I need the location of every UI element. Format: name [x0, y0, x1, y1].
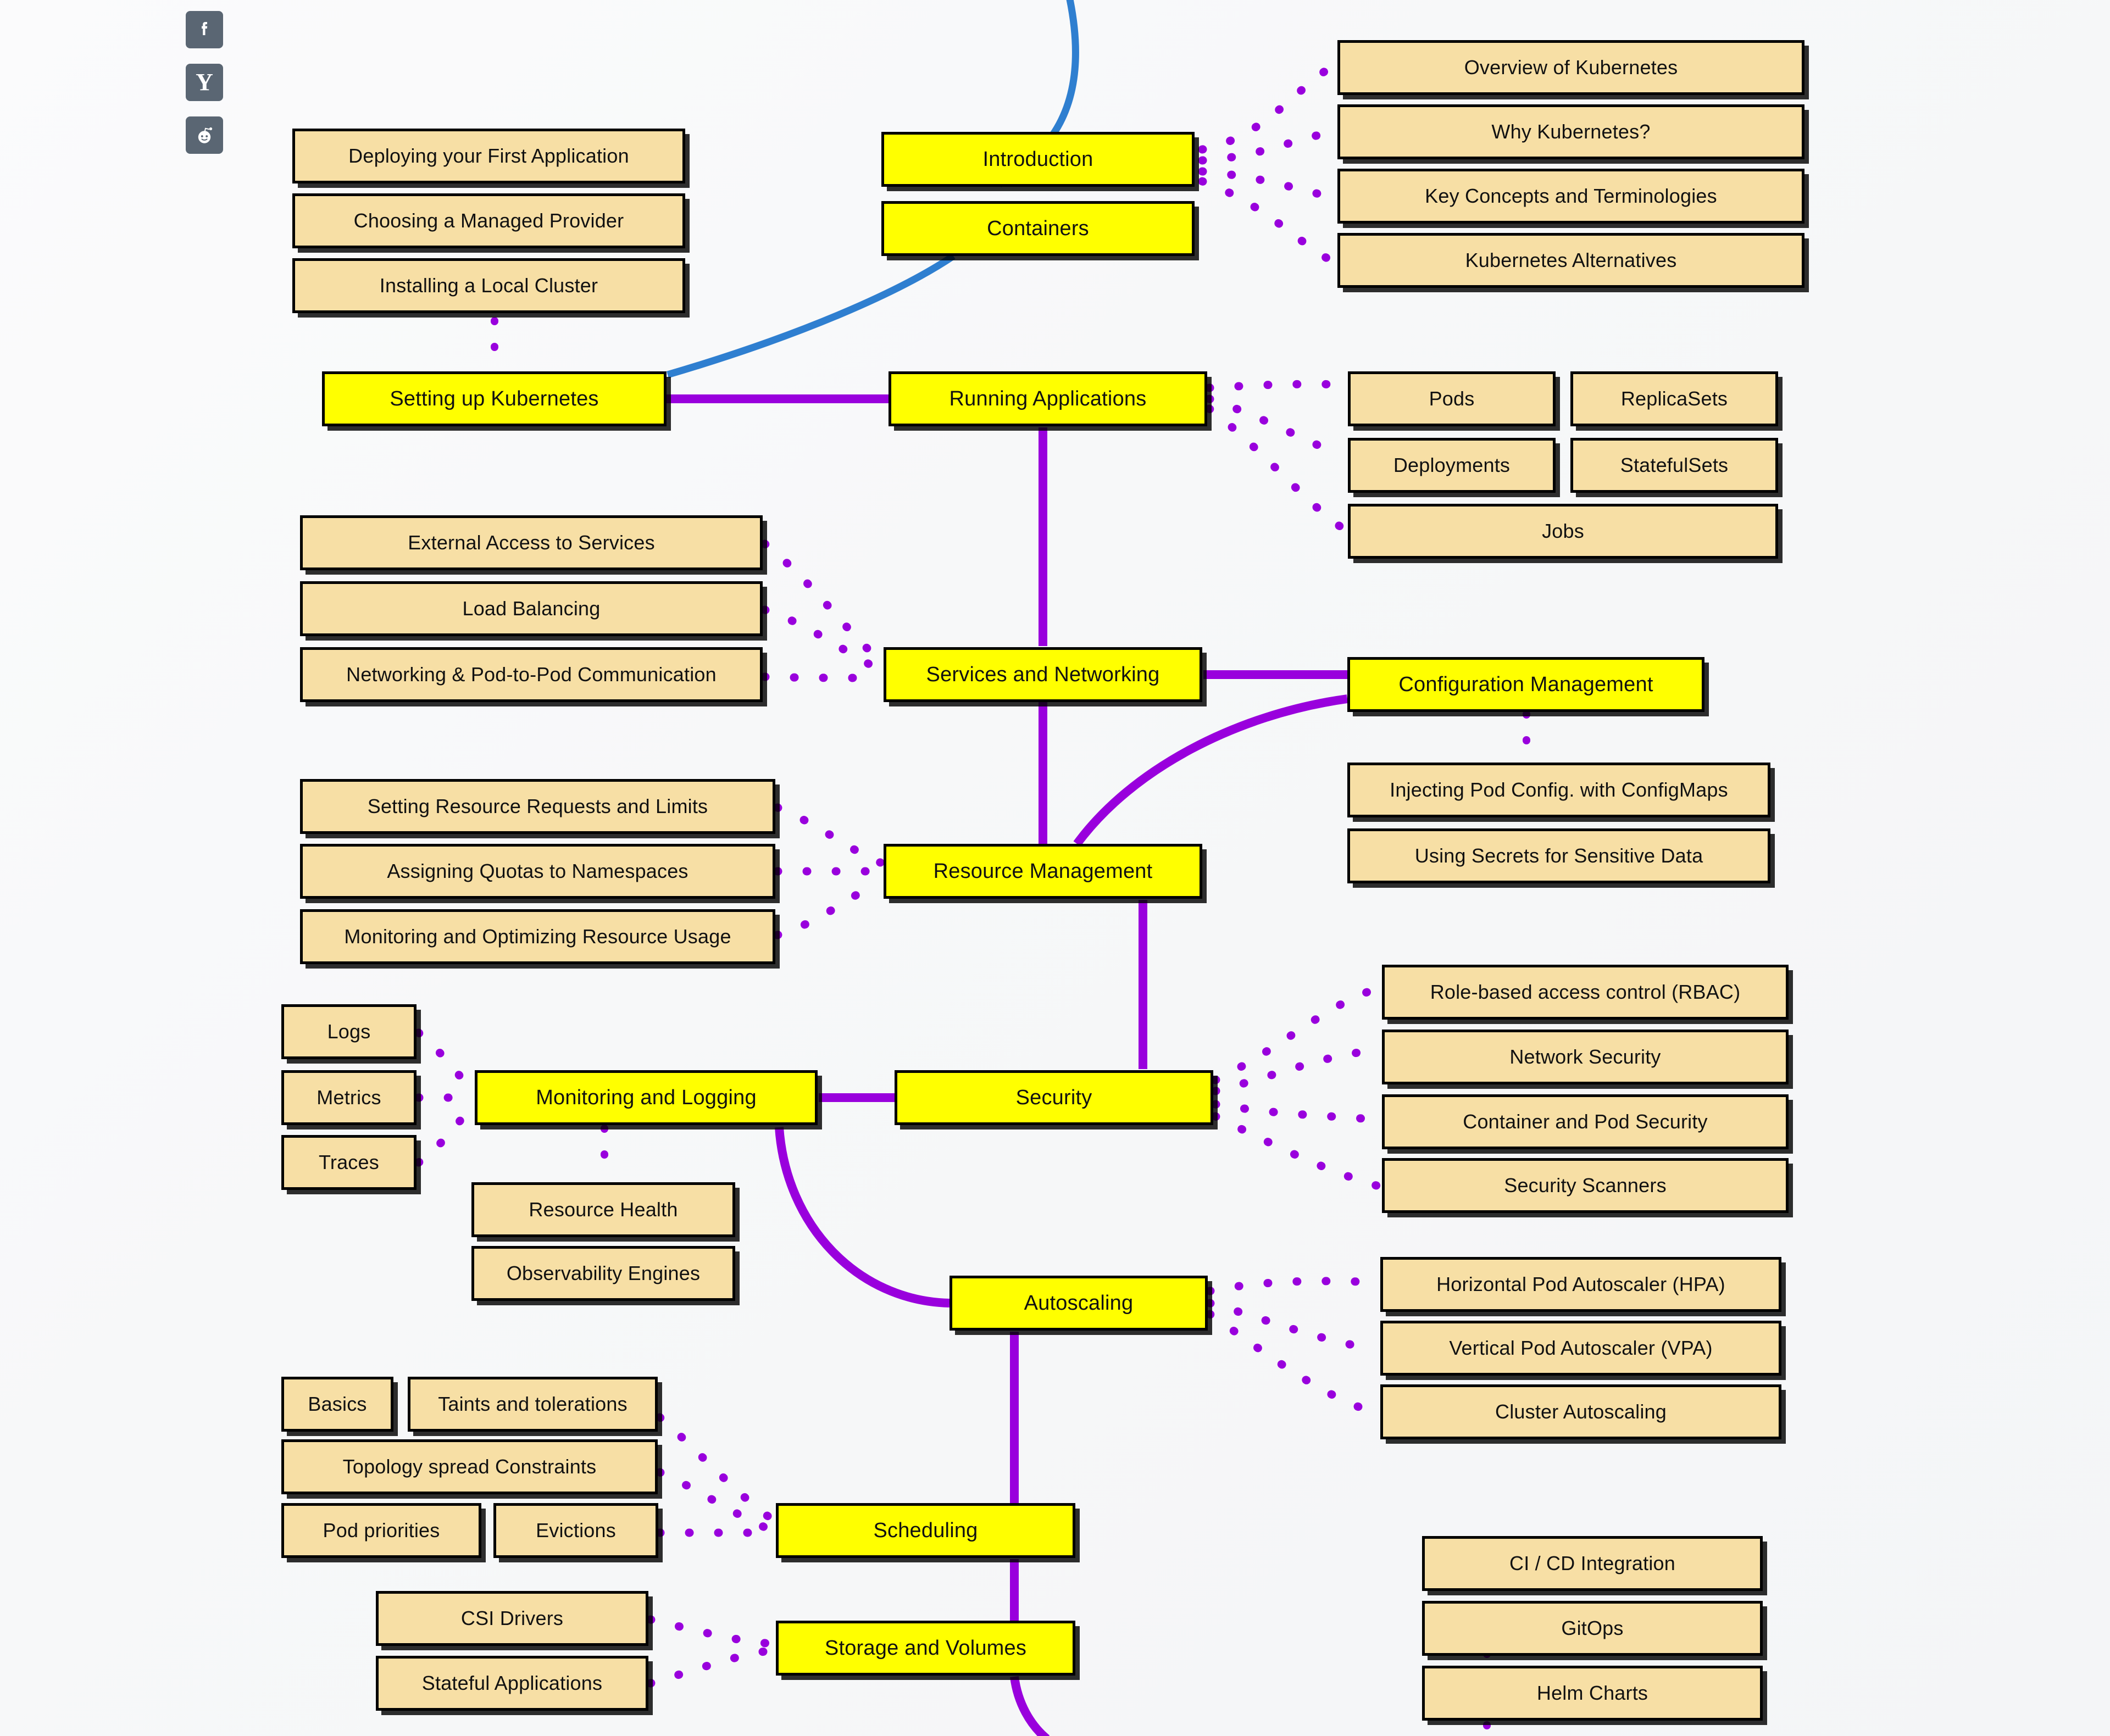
facebook-icon[interactable]	[186, 11, 223, 48]
node-networking-pod-to-pod-communication[interactable]: Networking & Pod-to-Pod Communication	[300, 647, 763, 702]
node-monitoring-and-logging[interactable]: Monitoring and Logging	[475, 1070, 818, 1125]
node-container-and-pod-security[interactable]: Container and Pod Security	[1382, 1094, 1789, 1149]
node-pod-priorities[interactable]: Pod priorities	[281, 1503, 481, 1558]
node-gitops[interactable]: GitOps	[1422, 1601, 1763, 1656]
node-taints-and-tolerations[interactable]: Taints and tolerations	[408, 1377, 658, 1432]
node-observability-engines[interactable]: Observability Engines	[471, 1246, 735, 1301]
node-scheduling[interactable]: Scheduling	[776, 1503, 1075, 1558]
node-installing-a-local-cluster[interactable]: Installing a Local Cluster	[292, 258, 685, 313]
node-ci-cd-integration[interactable]: CI / CD Integration	[1422, 1536, 1763, 1591]
node-stateful-applications[interactable]: Stateful Applications	[376, 1656, 648, 1711]
node-overview-of-kubernetes[interactable]: Overview of Kubernetes	[1337, 40, 1804, 95]
node-why-kubernetes[interactable]: Why Kubernetes?	[1337, 104, 1804, 159]
node-replicasets[interactable]: ReplicaSets	[1570, 371, 1778, 426]
social-share-rail: Y	[186, 0, 224, 154]
node-topology-spread-constraints[interactable]: Topology spread Constraints	[281, 1439, 658, 1494]
node-injecting-pod-config-with-configmaps[interactable]: Injecting Pod Config. with ConfigMaps	[1347, 763, 1770, 817]
node-key-concepts-and-terminologies[interactable]: Key Concepts and Terminologies	[1337, 169, 1804, 224]
node-helm-charts[interactable]: Helm Charts	[1422, 1666, 1763, 1721]
node-deploying-your-first-application[interactable]: Deploying your First Application	[292, 129, 685, 183]
node-vertical-pod-autoscaler[interactable]: Vertical Pod Autoscaler (VPA)	[1380, 1321, 1781, 1376]
node-evictions[interactable]: Evictions	[493, 1503, 658, 1558]
accent-curve-bottom	[667, 253, 956, 379]
node-csi-drivers[interactable]: CSI Drivers	[376, 1591, 648, 1646]
node-security-scanners[interactable]: Security Scanners	[1382, 1158, 1789, 1213]
node-jobs[interactable]: Jobs	[1348, 504, 1778, 559]
node-using-secrets-for-sensitive-data[interactable]: Using Secrets for Sensitive Data	[1347, 828, 1770, 883]
node-horizontal-pod-autoscaler[interactable]: Horizontal Pod Autoscaler (HPA)	[1380, 1257, 1781, 1312]
node-storage-and-volumes[interactable]: Storage and Volumes	[776, 1621, 1075, 1676]
node-setting-up-kubernetes[interactable]: Setting up Kubernetes	[322, 371, 667, 426]
node-setting-resource-requests-and-limits[interactable]: Setting Resource Requests and Limits	[300, 779, 775, 834]
wire-config-to-resource	[1073, 694, 1348, 847]
wire-storage-down	[1010, 1676, 1050, 1736]
hackernews-icon[interactable]: Y	[186, 64, 223, 101]
node-resource-management[interactable]: Resource Management	[884, 844, 1202, 899]
node-external-access-to-services[interactable]: External Access to Services	[300, 515, 763, 570]
node-containers[interactable]: Containers	[881, 201, 1195, 256]
node-statefulsets[interactable]: StatefulSets	[1570, 438, 1778, 493]
reddit-icon[interactable]	[186, 116, 223, 154]
node-cluster-autoscaling[interactable]: Cluster Autoscaling	[1380, 1384, 1781, 1439]
node-security[interactable]: Security	[895, 1070, 1213, 1125]
node-basics[interactable]: Basics	[281, 1377, 393, 1432]
node-introduction[interactable]: Introduction	[881, 132, 1195, 187]
wire-monitoring-to-autoscaling	[775, 1127, 950, 1307]
node-traces[interactable]: Traces	[281, 1135, 417, 1190]
node-kubernetes-alternatives[interactable]: Kubernetes Alternatives	[1337, 233, 1804, 288]
node-load-balancing[interactable]: Load Balancing	[300, 581, 763, 636]
node-choosing-a-managed-provider[interactable]: Choosing a Managed Provider	[292, 193, 685, 248]
node-services-and-networking[interactable]: Services and Networking	[884, 647, 1202, 702]
node-network-security[interactable]: Network Security	[1382, 1030, 1789, 1084]
node-pods[interactable]: Pods	[1348, 371, 1556, 426]
roadmap-canvas: .dot { stroke:#9900dd; stroke-width:15; …	[0, 0, 2110, 1736]
node-role-based-access-control[interactable]: Role-based access control (RBAC)	[1382, 965, 1789, 1020]
node-deployments[interactable]: Deployments	[1348, 438, 1556, 493]
node-monitoring-and-optimizing-resource-usage[interactable]: Monitoring and Optimizing Resource Usage	[300, 909, 775, 964]
node-assigning-quotas-to-namespaces[interactable]: Assigning Quotas to Namespaces	[300, 844, 775, 899]
node-running-applications[interactable]: Running Applications	[889, 371, 1207, 426]
node-resource-health[interactable]: Resource Health	[471, 1182, 735, 1237]
node-logs[interactable]: Logs	[281, 1004, 417, 1059]
node-metrics[interactable]: Metrics	[281, 1070, 417, 1125]
node-configuration-management[interactable]: Configuration Management	[1347, 657, 1704, 712]
node-autoscaling[interactable]: Autoscaling	[949, 1276, 1208, 1331]
